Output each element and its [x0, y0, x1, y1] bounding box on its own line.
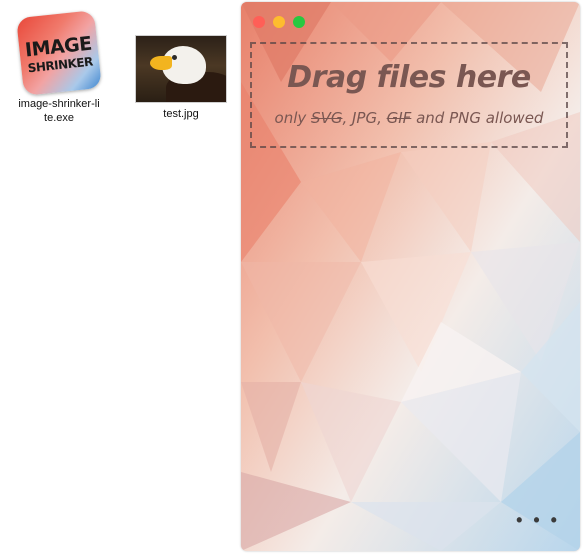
eagle-beak [150, 56, 172, 70]
file-test-jpg[interactable]: test.jpg [126, 36, 236, 121]
subtitle-png: and PNG allowed [411, 109, 544, 127]
file-name: test.jpg [163, 108, 199, 120]
eagle-photo-thumbnail [136, 36, 226, 102]
drop-zone-subtitle: only SVG, JPG, GIF and PNG allowed [252, 109, 566, 127]
subtitle-gif-struck: GIF [386, 109, 412, 127]
subtitle-jpg: , JPG, [342, 109, 387, 127]
file-image-shrinker-exe[interactable]: IMAGE SHRINKER image-shrinker-li te.exe [4, 10, 114, 125]
subtitle-only: only [274, 109, 312, 127]
image-shrinker-app-icon: IMAGE SHRINKER [16, 10, 102, 96]
desktop: IMAGE SHRINKER image-shrinker-li te.exe … [0, 0, 240, 555]
close-window-button[interactable] [253, 16, 265, 28]
subtitle-svg-struck: SVG [311, 109, 343, 127]
zoom-window-button[interactable] [293, 16, 305, 28]
drop-zone-title: Drag files here [287, 60, 531, 95]
file-name: image-shrinker-li te.exe [18, 98, 100, 124]
eagle-eye [172, 55, 177, 60]
minimize-window-button[interactable] [273, 16, 285, 28]
image-shrinker-window[interactable]: Drag files here only SVG, JPG, GIF and P… [241, 2, 580, 551]
more-menu-button[interactable]: • • • [516, 510, 560, 531]
drop-zone[interactable]: Drag files here only SVG, JPG, GIF and P… [250, 42, 568, 148]
